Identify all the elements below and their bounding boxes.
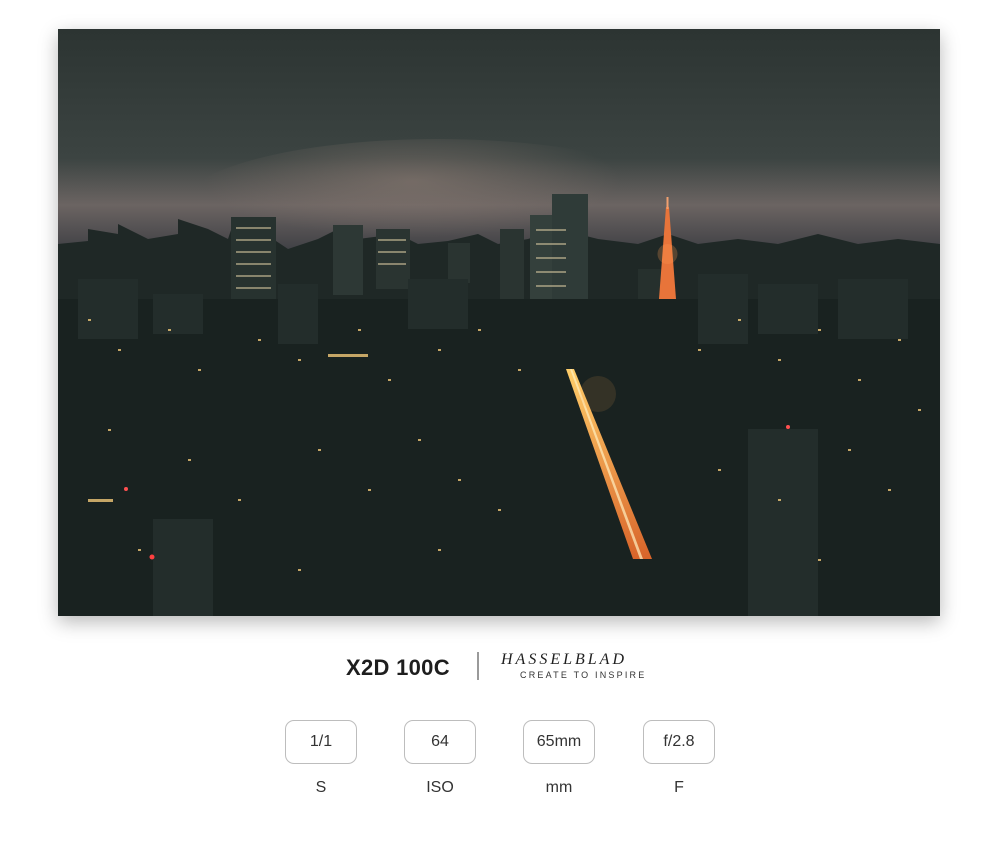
brand-logo: HASSELBLAD bbox=[501, 651, 627, 668]
exif-focal-value: 65mm bbox=[523, 720, 595, 764]
exif-iso: 64 ISO bbox=[404, 720, 476, 796]
exif-aperture: f/2.8 F bbox=[643, 720, 715, 796]
exif-shutter: 1/1 S bbox=[285, 720, 357, 796]
camera-model: X2D 100C bbox=[346, 655, 450, 680]
night-city-photo bbox=[58, 29, 940, 616]
brand-tagline: CREATE TO INSPIRE bbox=[520, 670, 647, 680]
exif-focal-label: mm bbox=[545, 779, 573, 796]
exif-iso-value: 64 bbox=[404, 720, 476, 764]
exif-shutter-value: 1/1 bbox=[285, 720, 357, 764]
night-city-photo-image bbox=[58, 29, 940, 616]
exif-aperture-label: F bbox=[674, 779, 684, 796]
exif-focal: 65mm mm bbox=[523, 720, 595, 796]
exif-shutter-label: S bbox=[315, 779, 327, 796]
branding-divider bbox=[477, 652, 479, 680]
exif-aperture-value: f/2.8 bbox=[643, 720, 715, 764]
camera-branding: X2D 100C HASSELBLAD CREATE TO INSPIRE bbox=[0, 648, 1000, 688]
exif-iso-label: ISO bbox=[426, 779, 454, 796]
